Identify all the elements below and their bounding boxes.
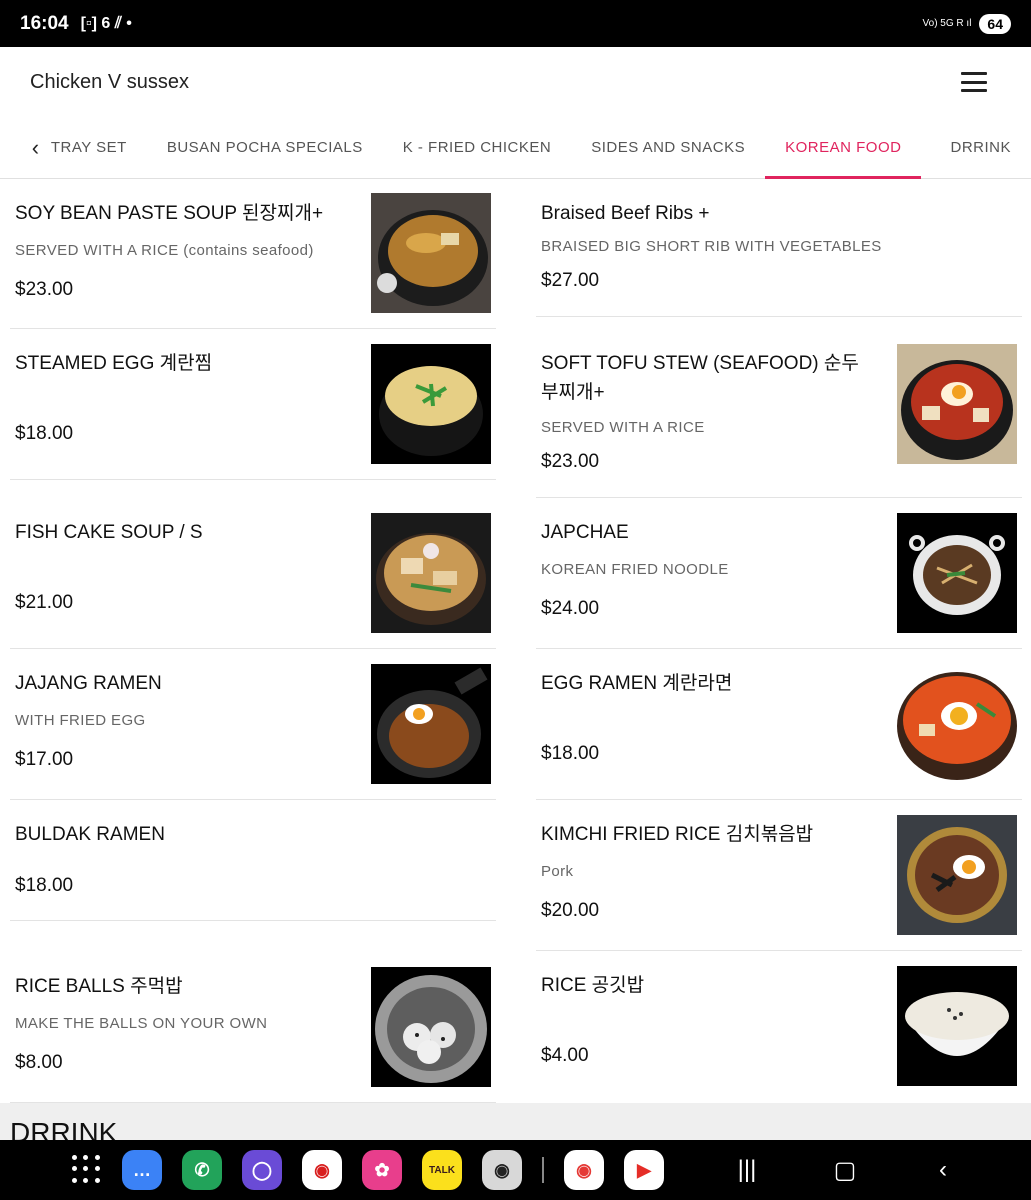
item-price: $18.00 (541, 743, 600, 764)
item-name: Braised Beef Ribs + (541, 203, 710, 224)
tab-tray-set[interactable]: TRAY SET (51, 117, 147, 179)
chevron-left-icon[interactable]: ‹ (0, 117, 51, 179)
navigation-bar: … ✆ ◯ ◉ ✿ TALK ◉ ◉ ▶ ||| ▢ ‹ (0, 1140, 1031, 1200)
item-price: $24.00 (541, 598, 600, 619)
item-price: $18.00 (15, 875, 74, 896)
item-description: SERVED WITH A RICE (541, 419, 705, 436)
tab-k-fried-chicken[interactable]: K - FRIED CHICKEN (383, 117, 572, 179)
item-price: $23.00 (15, 279, 74, 300)
egg-ramen-image (897, 664, 1017, 784)
item-name: RICE 공깃밥 (541, 975, 645, 996)
rice-bowl-image (897, 966, 1017, 1086)
tab-sides-and-snacks[interactable]: SIDES AND SNACKS (571, 117, 765, 179)
menu-column-right: Braised Beef Ribs + BRAISED BIG SHORT RI… (536, 179, 1022, 1103)
app-header: Chicken V sussex (0, 47, 1031, 117)
network-icon: Vo) 5G R ıl (922, 18, 972, 29)
item-name: RICE BALLS 주먹밥 (15, 976, 183, 997)
messages-icon[interactable]: … (122, 1150, 162, 1190)
menu-item[interactable]: EGG RAMEN 계란라면 $18.00 (536, 649, 1022, 800)
steamed-egg-image (371, 344, 491, 464)
menu-item[interactable]: SOFT TOFU STEW (SEAFOOD) 순두부찌개+ SERVED W… (536, 317, 1022, 498)
item-price: $17.00 (15, 749, 74, 770)
item-description: Pork (541, 863, 574, 880)
menu-item[interactable]: Braised Beef Ribs + BRAISED BIG SHORT RI… (536, 179, 1022, 317)
item-name: KIMCHI FRIED RICE 김치볶음밥 (541, 824, 814, 845)
category-tabs: ‹ TRAY SET BUSAN POCHA SPECIALS K - FRIE… (0, 117, 1031, 179)
item-price: $18.00 (15, 423, 74, 444)
status-bar: 16:04 [▫] 6 ⫽ • Vo) 5G R ıl 64 (0, 0, 1031, 47)
item-description: SERVED WITH A RICE (contains seafood) (15, 242, 314, 259)
battery-indicator: 64 (979, 13, 1011, 34)
clock: 16:04 (20, 12, 69, 34)
item-name: STEAMED EGG 계란찜 (15, 353, 213, 374)
tab-drrink[interactable]: DRRINK (921, 117, 1031, 179)
item-name: SOY BEAN PASTE SOUP 된장찌개+ (15, 203, 324, 224)
item-price: $21.00 (15, 592, 74, 613)
menu-item[interactable]: RICE BALLS 주먹밥 MAKE THE BALLS ON YOUR OW… (10, 921, 496, 1103)
item-description: BRAISED BIG SHORT RIB WITH VEGETABLES (541, 238, 882, 255)
item-name: FISH CAKE SOUP / S (15, 522, 203, 543)
menu-item[interactable]: RICE 공깃밥 $4.00 (536, 951, 1022, 1103)
kimchi-fried-rice-image (897, 815, 1017, 935)
item-price: $8.00 (15, 1052, 63, 1073)
item-description: WITH FRIED EGG (15, 712, 146, 729)
menu-item[interactable]: FISH CAKE SOUP / S $21.00 (10, 480, 496, 649)
youtube-icon[interactable]: ▶ (624, 1150, 664, 1190)
item-price: $20.00 (541, 900, 600, 921)
recents-button[interactable]: ||| (732, 1156, 762, 1184)
dock-divider (542, 1157, 544, 1183)
app-red-icon[interactable]: ◉ (302, 1150, 342, 1190)
japchae-image (897, 513, 1017, 633)
jajang-ramen-image (371, 664, 491, 784)
item-name: JAPCHAE (541, 522, 629, 543)
section-title: DRRINK (10, 1117, 118, 1140)
soybean-soup-image (371, 193, 491, 313)
menu-list: SOY BEAN PASTE SOUP 된장찌개+ SERVED WITH A … (0, 179, 1031, 1104)
apps-grid-icon[interactable] (72, 1155, 102, 1185)
item-name: BULDAK RAMEN (15, 824, 165, 845)
tofu-stew-image (897, 344, 1017, 464)
rice-balls-image (371, 967, 491, 1087)
item-price: $4.00 (541, 1045, 589, 1066)
menu-item[interactable]: SOY BEAN PASTE SOUP 된장찌개+ SERVED WITH A … (10, 179, 496, 329)
menu-item[interactable]: JAPCHAE KOREAN FRIED NOODLE $24.00 (536, 498, 1022, 649)
tab-korean-food[interactable]: KOREAN FOOD (765, 117, 922, 179)
status-indicators: [▫] 6 ⫽ • (80, 14, 132, 32)
back-button[interactable]: ‹ (928, 1156, 958, 1184)
item-name: JAJANG RAMEN (15, 673, 162, 694)
section-header: DRRINK (0, 1103, 1031, 1140)
tab-busan-pocha-specials[interactable]: BUSAN POCHA SPECIALS (147, 117, 383, 179)
menu-item[interactable]: JAJANG RAMEN WITH FRIED EGG $17.00 (10, 649, 496, 800)
item-price: $23.00 (541, 451, 600, 472)
item-name: SOFT TOFU STEW (SEAFOOD) 순두부찌개+ (541, 353, 859, 403)
menu-item[interactable]: KIMCHI FRIED RICE 김치볶음밥 Pork $20.00 (536, 800, 1022, 951)
gallery-icon[interactable]: ✿ (362, 1150, 402, 1190)
menu-item[interactable]: STEAMED EGG 계란찜 $18.00 (10, 329, 496, 480)
item-description: MAKE THE BALLS ON YOUR OWN (15, 1015, 268, 1032)
item-description: KOREAN FRIED NOODLE (541, 561, 729, 578)
menu-column-left: SOY BEAN PASTE SOUP 된장찌개+ SERVED WITH A … (10, 179, 496, 1103)
fish-cake-soup-image (371, 513, 491, 633)
camera-icon[interactable]: ◉ (482, 1150, 522, 1190)
phone-icon[interactable]: ✆ (182, 1150, 222, 1190)
restaurant-title: Chicken V sussex (30, 70, 189, 93)
item-price: $27.00 (541, 270, 600, 291)
kakaotalk-icon[interactable]: TALK (422, 1150, 462, 1190)
home-button[interactable]: ▢ (830, 1156, 860, 1185)
item-name: EGG RAMEN 계란라면 (541, 673, 733, 694)
maps-icon[interactable]: ◉ (564, 1150, 604, 1190)
hamburger-menu-icon[interactable] (961, 72, 987, 92)
internet-icon[interactable]: ◯ (242, 1150, 282, 1190)
menu-item[interactable]: BULDAK RAMEN $18.00 (10, 800, 496, 921)
